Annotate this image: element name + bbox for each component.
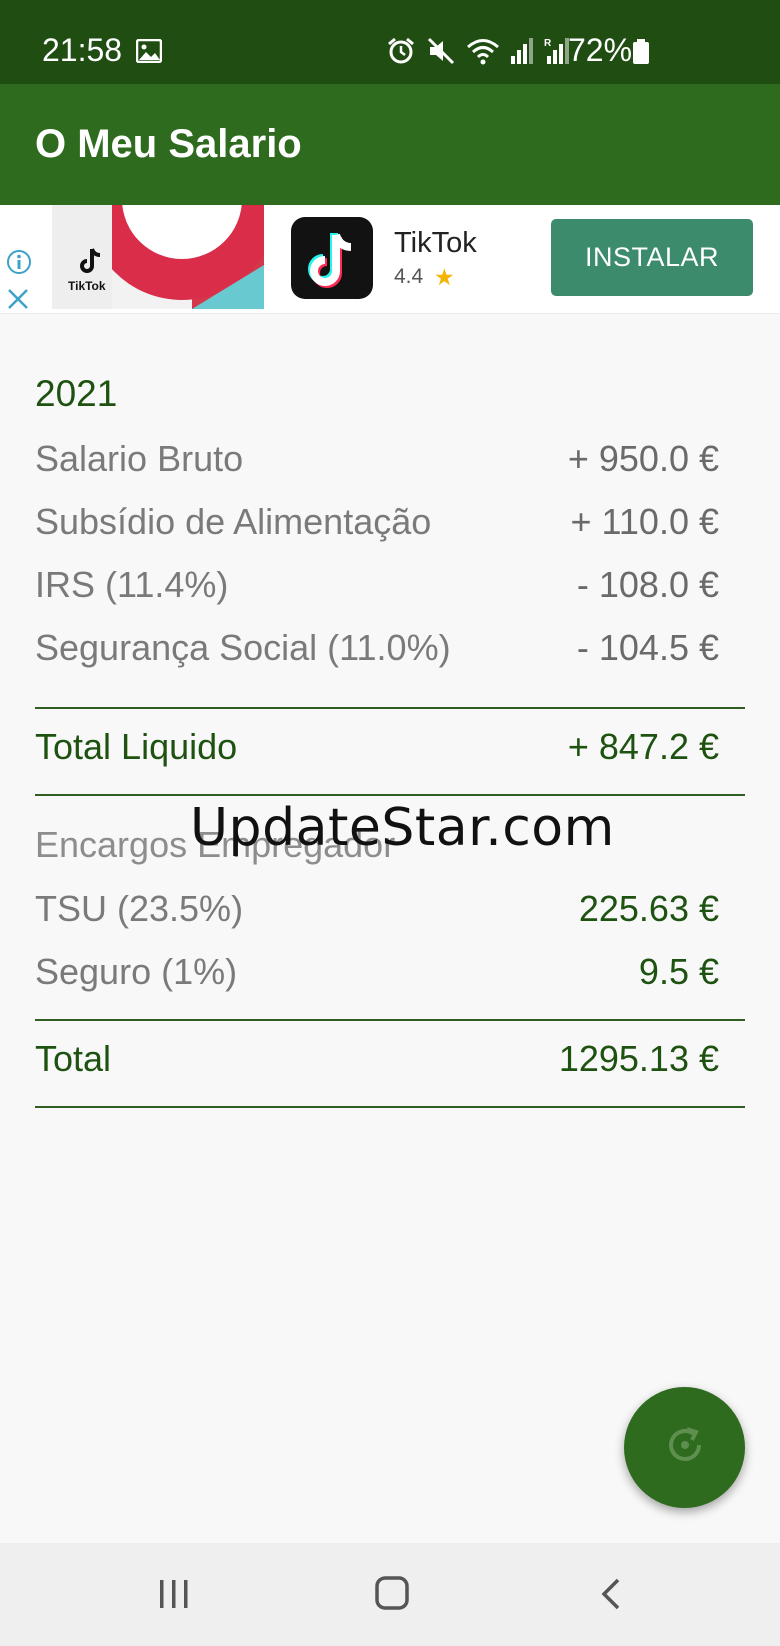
row-value: + 950.0 € bbox=[567, 438, 719, 479]
status-bar: 21:58 R 72% bbox=[0, 0, 780, 84]
divider bbox=[35, 707, 745, 709]
signal-roaming-icon: R bbox=[544, 36, 570, 71]
salary-row: Segurança Social (11.0%) - 104.5 € bbox=[35, 627, 719, 669]
ad-app-name[interactable]: TikTok bbox=[394, 227, 477, 260]
row-value: - 104.5 € bbox=[576, 627, 719, 668]
total-liquido-label: Total Liquido bbox=[35, 726, 238, 767]
ad-app-rating: 4.4 bbox=[394, 265, 424, 288]
total-row: Total 1295.13 € bbox=[35, 1038, 719, 1080]
recent-apps-icon[interactable] bbox=[157, 1577, 191, 1616]
salary-row: Salario Bruto + 950.0 € bbox=[35, 438, 719, 480]
ad-banner-image[interactable]: TikTok bbox=[52, 205, 264, 309]
app-bar: O Meu Salario bbox=[0, 84, 780, 205]
home-icon[interactable] bbox=[374, 1575, 410, 1616]
tiktok-logo-icon bbox=[78, 247, 104, 280]
refresh-icon bbox=[663, 1423, 707, 1472]
ad-close-icon[interactable] bbox=[6, 287, 30, 316]
page-title: O Meu Salario bbox=[35, 122, 302, 166]
year-label: 2021 bbox=[35, 373, 118, 414]
tiktok-app-icon[interactable] bbox=[291, 217, 373, 299]
install-button[interactable]: INSTALAR bbox=[551, 219, 753, 296]
banner-brand: TikTok bbox=[68, 279, 106, 293]
row-value: + 110.0 € bbox=[570, 501, 719, 542]
row-label: Segurança Social (11.0%) bbox=[35, 627, 451, 668]
employer-row: TSU (23.5%) 225.63 € bbox=[35, 888, 719, 930]
mute-icon bbox=[426, 36, 456, 71]
row-label: IRS (11.4%) bbox=[35, 564, 229, 605]
status-icons: R bbox=[386, 36, 570, 71]
battery-percent: 72% bbox=[568, 32, 633, 68]
row-value: 9.5 € bbox=[638, 951, 719, 992]
row-value: 225.63 € bbox=[578, 888, 719, 929]
row-label: Subsídio de Alimentação bbox=[35, 501, 432, 542]
wifi-icon bbox=[466, 36, 500, 71]
back-icon[interactable] bbox=[598, 1577, 624, 1616]
system-nav-bar bbox=[0, 1543, 780, 1646]
row-value: - 108.0 € bbox=[576, 564, 719, 605]
refresh-button[interactable] bbox=[624, 1387, 745, 1508]
svg-text:R: R bbox=[544, 38, 552, 49]
total-liquido-row: Total Liquido + 847.2 € bbox=[35, 726, 719, 768]
divider bbox=[35, 1106, 745, 1108]
row-label: Salario Bruto bbox=[35, 438, 244, 479]
image-icon bbox=[135, 38, 163, 68]
signal-icon bbox=[510, 36, 534, 71]
status-time: 21:58 bbox=[42, 32, 123, 68]
row-label: Seguro (1%) bbox=[35, 951, 238, 992]
total-liquido-value: + 847.2 € bbox=[567, 726, 719, 767]
total-value: 1295.13 € bbox=[558, 1038, 719, 1079]
employer-row: Seguro (1%) 9.5 € bbox=[35, 951, 719, 993]
battery-icon bbox=[632, 39, 650, 70]
alarm-icon bbox=[386, 36, 416, 71]
row-label: TSU (23.5%) bbox=[35, 888, 244, 929]
watermark: UpdateStar.com bbox=[190, 798, 615, 858]
divider bbox=[35, 794, 745, 796]
ad-info-icon[interactable] bbox=[6, 249, 32, 280]
total-label: Total bbox=[35, 1038, 112, 1079]
ad-banner[interactable]: TikTok TikTok 4.4 ★ INSTALAR bbox=[0, 205, 780, 314]
salary-row: Subsídio de Alimentação + 110.0 € bbox=[35, 501, 719, 543]
divider bbox=[35, 1019, 745, 1021]
star-icon: ★ bbox=[434, 264, 455, 290]
salary-row: IRS (11.4%) - 108.0 € bbox=[35, 564, 719, 606]
